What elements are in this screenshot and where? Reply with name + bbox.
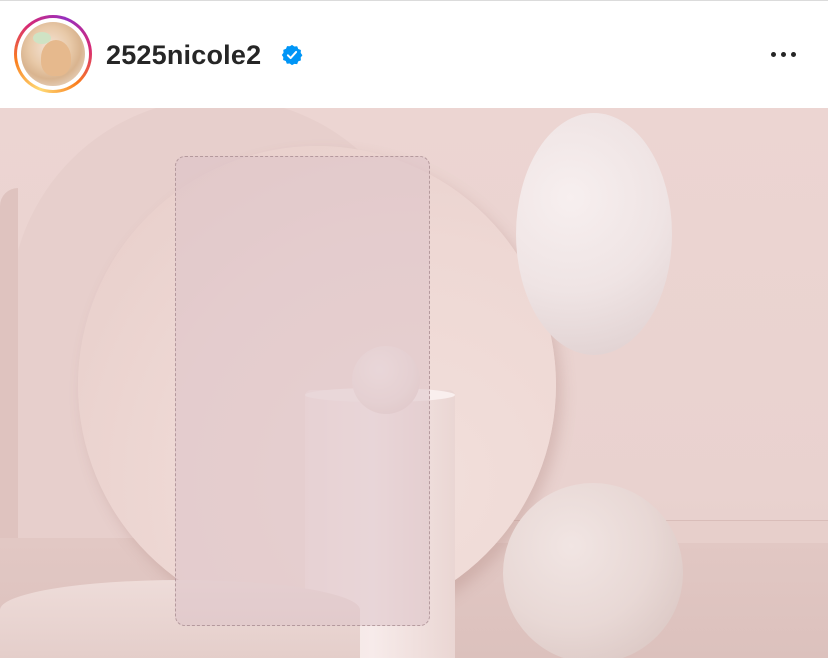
sphere-top-right: [516, 113, 672, 355]
post-photo[interactable]: [0, 108, 828, 658]
model-figure-placeholder: [175, 156, 430, 626]
more-horizontal-icon-dot-3: [790, 51, 796, 57]
arch-edge: [0, 188, 18, 568]
username-link[interactable]: 2525nicole2: [106, 38, 261, 72]
post-header: 2525nicole2: [0, 0, 828, 108]
avatar[interactable]: [21, 22, 85, 86]
verified-badge-icon: [281, 44, 303, 66]
avatar-hair: [41, 40, 71, 76]
avatar-flower: [33, 32, 51, 44]
more-horizontal-icon: [770, 51, 776, 57]
sphere-bottom-right: [503, 483, 683, 658]
avatar-gap: [17, 18, 89, 90]
story-ring[interactable]: [14, 15, 92, 93]
more-options-button[interactable]: [762, 39, 804, 69]
post-frame: 2525nicole2: [0, 0, 828, 658]
more-horizontal-icon-dot-2: [780, 51, 786, 57]
